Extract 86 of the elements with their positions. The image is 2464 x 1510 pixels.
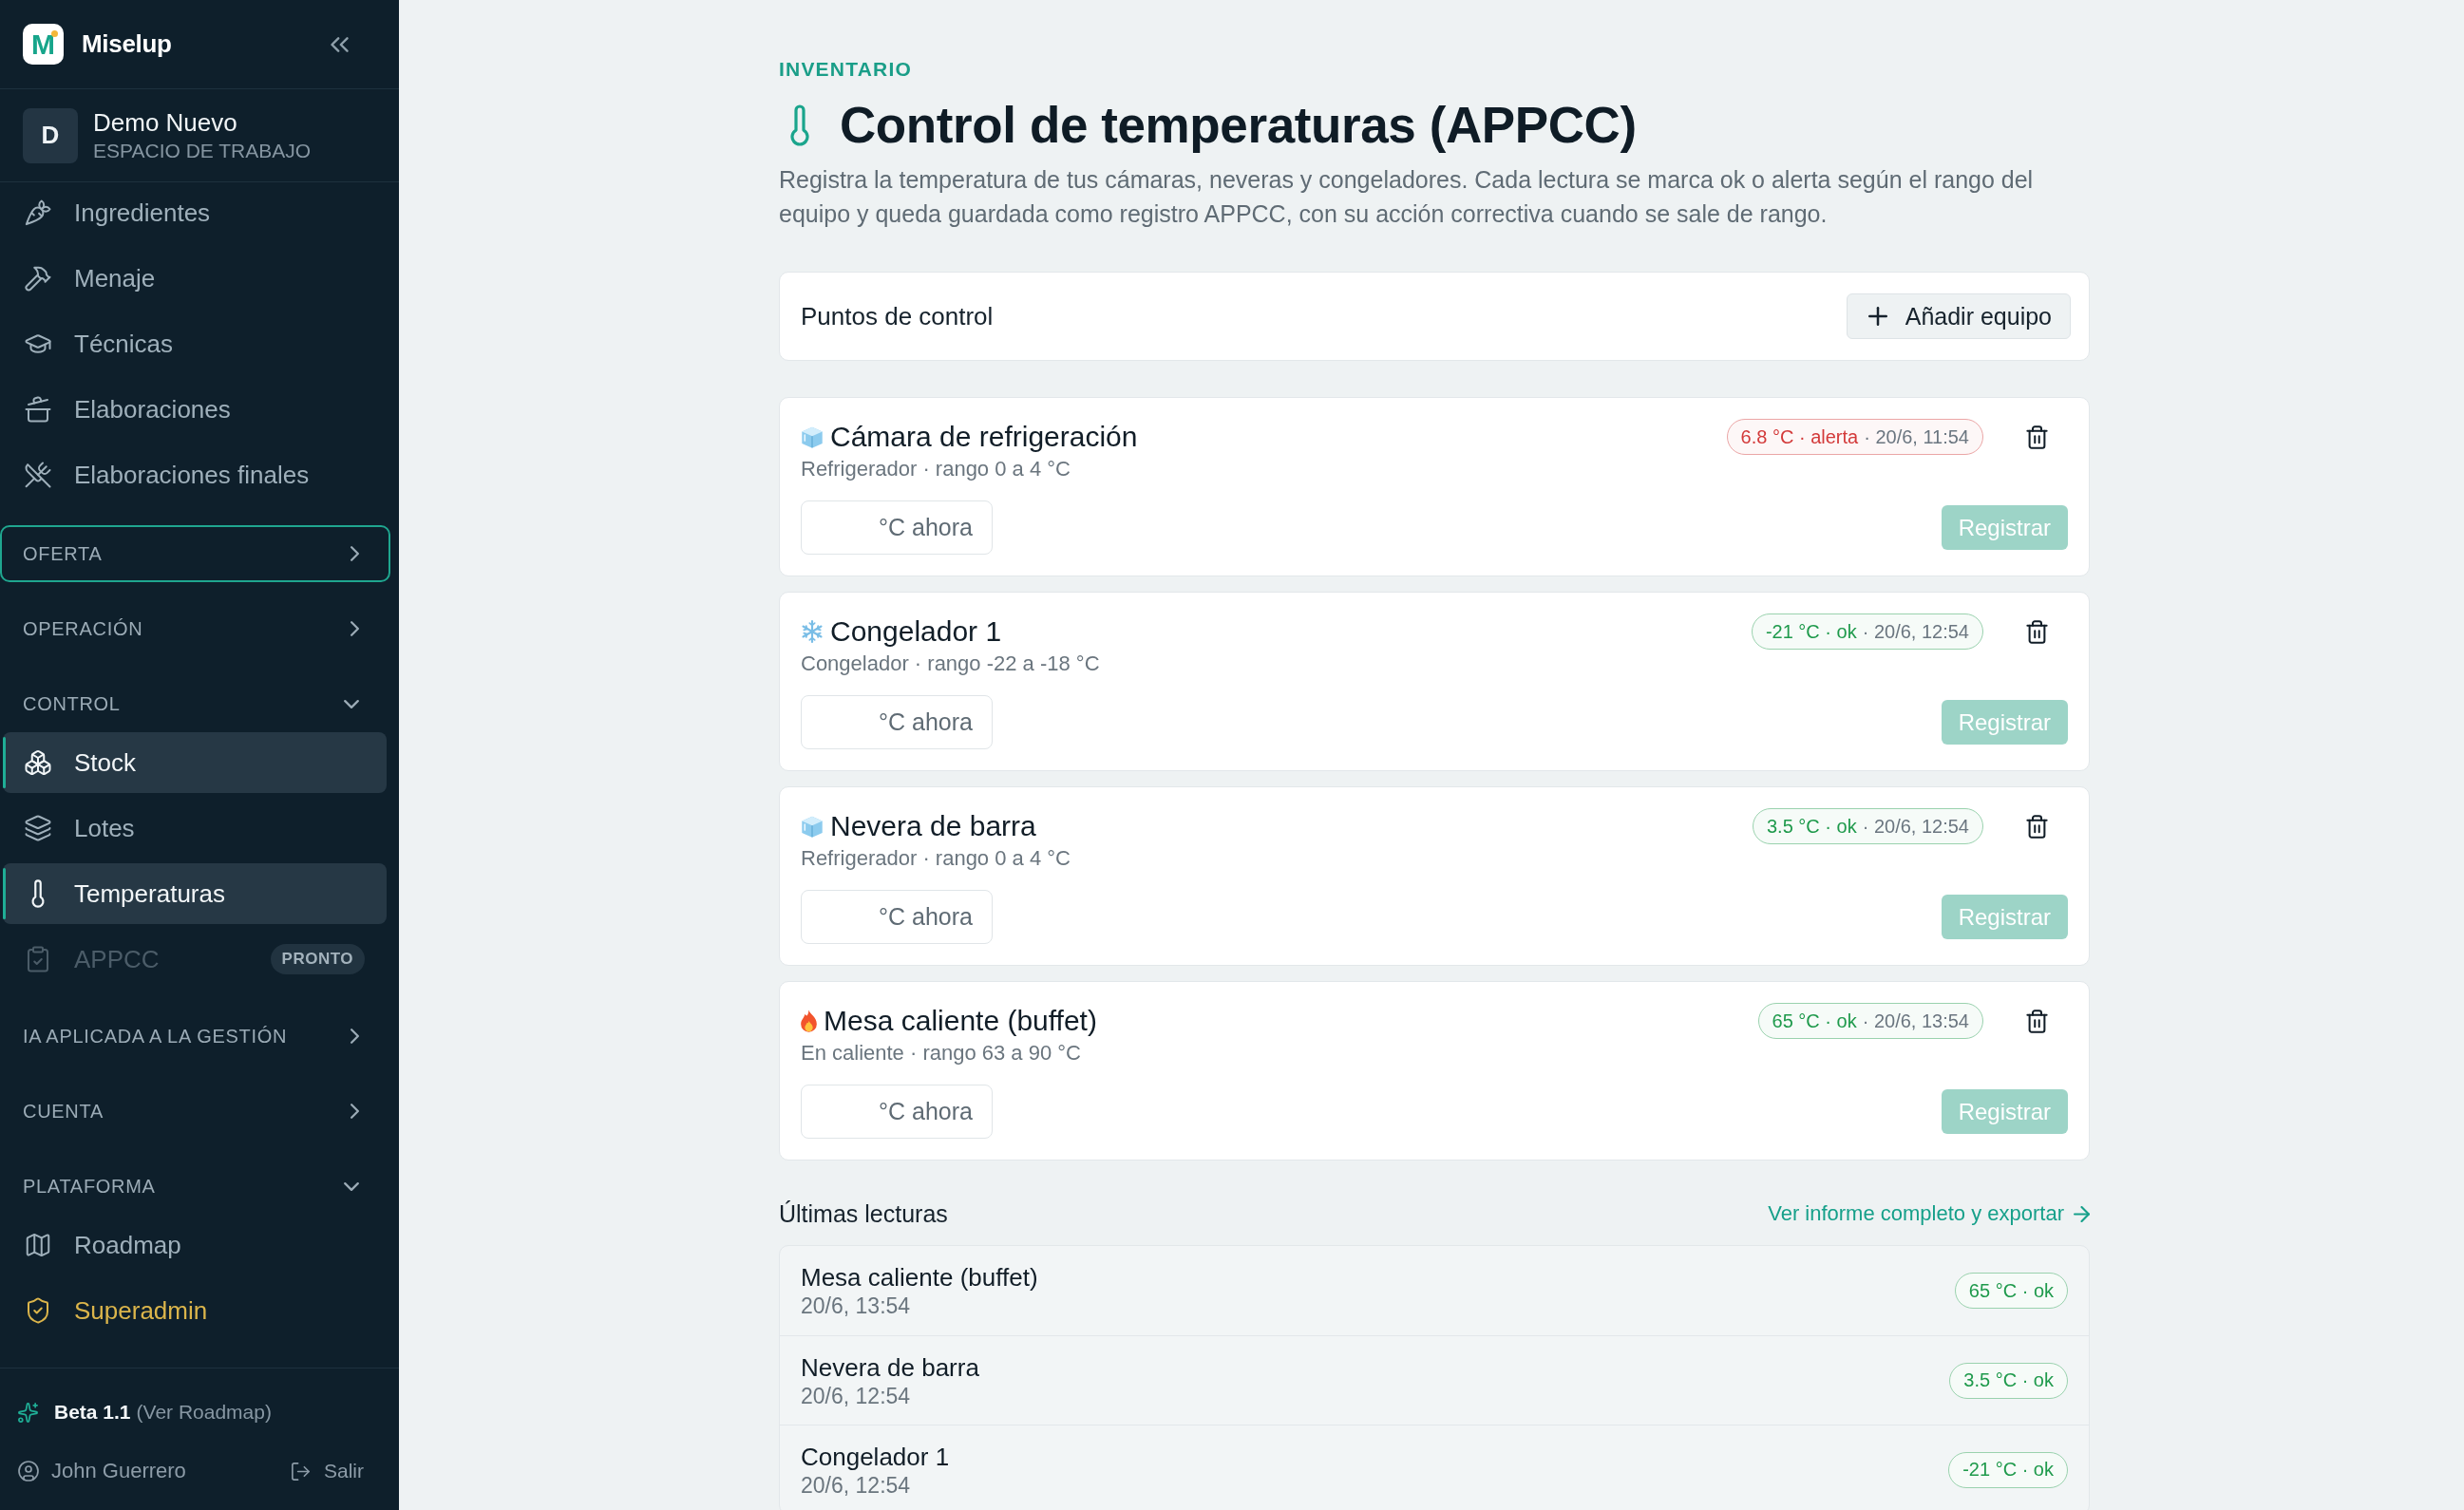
reading-equipment-name: Congelador 1 — [801, 1441, 950, 1472]
add-equipment-button[interactable]: Añadir equipo — [1846, 293, 2071, 339]
sparkles-icon — [17, 1401, 39, 1424]
boxes-icon — [24, 748, 52, 777]
chevron-right-icon — [351, 546, 359, 561]
equipment-name: Congelador 1 — [830, 614, 1002, 649]
trash-icon[interactable] — [2024, 618, 2050, 645]
logout-button[interactable]: Salir — [290, 1460, 364, 1482]
trash-icon[interactable] — [2024, 424, 2050, 450]
section-toggle[interactable]: OFERTA — [0, 525, 390, 582]
ice-cube-icon — [801, 814, 824, 839]
section-eyebrow: INVENTARIO — [779, 57, 912, 82]
trash-icon[interactable] — [2024, 813, 2050, 840]
page-description: Registra la temperatura de tus cámaras, neveras y congeladores. Cada lectura se marca ok o alerta según el rango del equipo y queda guardada como registro APPCC, con su acción correctiva cuando se sale de rango. — [779, 165, 2035, 229]
reading-time: 20/6, 12:54 — [801, 1382, 911, 1409]
equipment-details: Congelador · rango -22 a -18 °C — [801, 651, 1100, 677]
soon-badge: PRONTO — [270, 944, 365, 974]
user-icon — [17, 1460, 40, 1482]
nav-item[interactable]: Ingredientes — [3, 182, 387, 243]
recent-readings-title: Últimas lecturas — [779, 1199, 948, 1228]
temperature-input[interactable]: °C ahora — [801, 500, 993, 555]
panel-title: Puntos de control — [801, 301, 994, 331]
chevron-right-icon — [351, 1104, 359, 1119]
chevron-down-icon — [344, 1181, 359, 1191]
nav-item[interactable]: Elaboraciones finales — [3, 444, 387, 505]
version-label: Beta 1.1 — [54, 1401, 131, 1424]
snowflake-icon — [801, 620, 824, 643]
reading-badge: -21 °C · ok · 20/6, 12:54 — [1751, 613, 1983, 650]
section-toggle[interactable]: IA APLICADA A LA GESTIÓN — [0, 1008, 390, 1065]
chevron-down-icon — [344, 699, 359, 708]
section-toggle[interactable]: CONTROL — [0, 675, 390, 732]
chevron-right-icon — [351, 621, 359, 636]
section-toggle[interactable]: PLATAFORMA — [0, 1158, 390, 1215]
carrot-icon — [24, 198, 52, 227]
reading-equipment-name: Nevera de barra — [801, 1351, 979, 1383]
nav-item[interactable]: Roadmap — [3, 1215, 387, 1275]
section-toggle[interactable]: OPERACIÓN — [0, 600, 390, 657]
workspace-label: ESPACIO DE TRABAJO — [93, 138, 312, 163]
temperature-input[interactable]: °C ahora — [801, 890, 993, 944]
section-toggle[interactable]: CUENTA — [0, 1083, 390, 1140]
temperature-input[interactable]: °C ahora — [801, 695, 993, 749]
reading-badge: 3.5 °C · ok · 20/6, 12:54 — [1753, 808, 1983, 844]
user-name: John Guerrero — [51, 1459, 186, 1483]
reading-badge: 3.5 °C · ok — [1949, 1362, 2068, 1399]
page-title: Control de temperaturas (APPCC) — [840, 96, 1637, 155]
reading-badge: -21 °C · ok — [1948, 1451, 2068, 1488]
nav-item[interactable]: Técnicas — [3, 313, 387, 374]
chevron-right-icon — [351, 1029, 359, 1044]
thermometer-icon — [31, 879, 45, 908]
trash-icon[interactable] — [2024, 1008, 2050, 1034]
layers-icon — [24, 814, 52, 842]
temperature-input[interactable]: °C ahora — [801, 1085, 993, 1139]
equipment-details: Refrigerador · rango 0 a 4 °C — [801, 845, 1071, 872]
equipment-name: Nevera de barra — [830, 809, 1036, 843]
reading-time: 20/6, 13:54 — [801, 1293, 911, 1319]
nav-item[interactable]: Temperaturas — [3, 863, 387, 924]
equipment-details: Refrigerador · rango 0 a 4 °C — [801, 456, 1071, 482]
workspace-name: Demo Nuevo — [93, 107, 237, 138]
reading-badge: 65 °C · ok · 20/6, 13:54 — [1757, 1003, 1983, 1039]
reading-time: 20/6, 12:54 — [801, 1471, 911, 1499]
reading-badge: 6.8 °C · alerta · 20/6, 11:54 — [1726, 419, 1983, 455]
brand-name: Miselup — [82, 29, 172, 59]
cooking-pot-icon — [24, 395, 52, 424]
crossed-utensils-icon — [24, 461, 52, 489]
ice-cube-icon — [801, 425, 824, 449]
nav-item[interactable]: Superadmin — [3, 1280, 387, 1341]
logo-mark: M — [23, 24, 64, 65]
collapse-sidebar-icon[interactable] — [331, 36, 349, 52]
equipment-name: Cámara de refrigeración — [830, 420, 1138, 454]
nav-item[interactable]: Lotes — [3, 798, 387, 859]
map-icon — [24, 1231, 52, 1259]
nav-item[interactable]: Elaboraciones — [3, 379, 387, 440]
hammer-icon — [24, 264, 52, 293]
nav-item[interactable]: Menaje — [3, 248, 387, 309]
arrow-right-icon — [2074, 1205, 2090, 1222]
logout-icon — [290, 1460, 312, 1482]
reading-badge: 65 °C · ok — [1954, 1273, 2068, 1309]
roadmap-link[interactable]: (Ver Roadmap) — [136, 1401, 272, 1424]
thermometer-icon — [790, 104, 809, 146]
workspace-avatar: D — [23, 107, 78, 163]
equipment-details: En caliente · rango 63 a 90 °C — [801, 1040, 1081, 1066]
nav-item[interactable]: Stock — [3, 732, 387, 793]
reading-equipment-name: Mesa caliente (buffet) — [801, 1262, 1038, 1293]
flame-icon — [801, 1009, 817, 1033]
equipment-name: Mesa caliente (buffet) — [824, 1004, 1097, 1038]
plus-icon — [1867, 307, 1887, 326]
